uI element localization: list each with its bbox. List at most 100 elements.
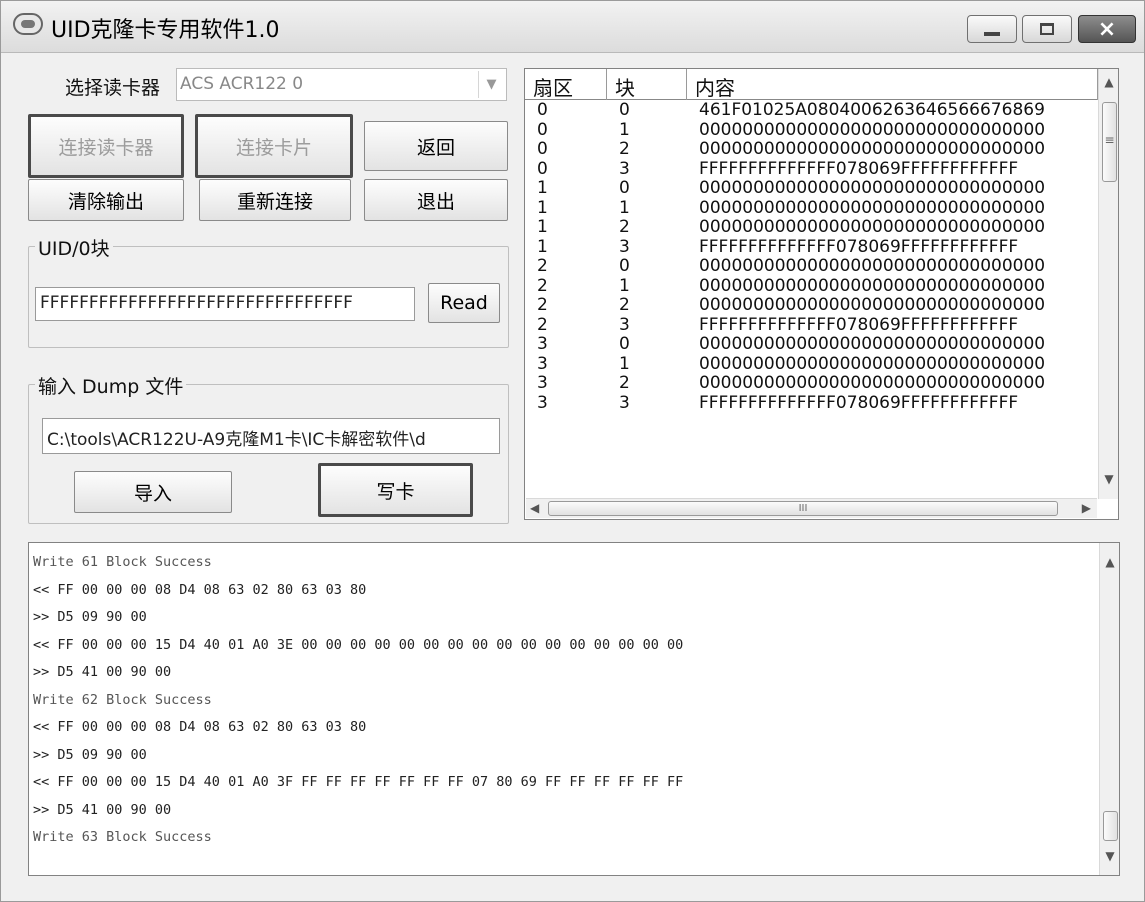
content-cell: 00000000000000000000000000000000 — [699, 335, 1046, 354]
column-header-content[interactable]: 内容 — [687, 69, 1098, 100]
maximize-button[interactable] — [1022, 15, 1072, 43]
clear-output-button[interactable]: 清除输出 — [28, 179, 184, 221]
table-row[interactable]: 2 2 00000000000000000000000000000000 — [525, 296, 1098, 316]
table-body: 0 0 461F01025A0804006263646566676869 0 1 0000… — [525, 101, 1098, 413]
table-row[interactable]: 1 0 00000000000000000000000000000000 — [525, 179, 1098, 199]
table-row[interactable]: 0 1 00000000000000000000000000000000 — [525, 121, 1098, 141]
table-row[interactable]: 1 2 00000000000000000000000000000000 — [525, 218, 1098, 238]
dump-group: 输入 Dump 文件 C:\tools\ACR122U-A9克隆M1卡\IC卡解… — [28, 372, 509, 524]
log-line: >> D5 09 90 00 — [33, 746, 147, 763]
dump-path-field[interactable]: C:\tools\ACR122U-A9克隆M1卡\IC卡解密软件\d — [42, 418, 500, 454]
table-row[interactable]: 1 1 00000000000000000000000000000000 — [525, 199, 1098, 219]
scroll-left-icon[interactable]: ◀ — [530, 501, 539, 515]
table-vertical-scrollbar[interactable]: ▲ ≡ ▼ — [1098, 69, 1118, 499]
table-row[interactable]: 0 0 461F01025A0804006263646566676869 — [525, 101, 1098, 121]
table-row[interactable]: 2 1 00000000000000000000000000000000 — [525, 277, 1098, 297]
block-cell: 2 — [619, 218, 630, 237]
exit-button[interactable]: 退出 — [364, 179, 508, 221]
table-row[interactable]: 3 3 FFFFFFFFFFFFFF078069FFFFFFFFFFFF — [525, 394, 1098, 414]
content-cell: 00000000000000000000000000000000 — [699, 198, 1046, 218]
sector-cell: 0 — [537, 159, 548, 179]
log-line: Write 61 Block Success — [33, 554, 212, 570]
output-log[interactable]: Write 61 Block Success << FF 00 00 00 08 … — [28, 542, 1120, 876]
reconnect-button[interactable]: 重新连接 — [199, 179, 351, 221]
sector-cell: 3 — [537, 393, 548, 413]
sector-cell: 0 — [537, 140, 548, 159]
log-line: >> D5 09 90 00 — [33, 609, 147, 625]
chevron-down-icon[interactable]: ▼ — [478, 71, 504, 98]
content-cell: 00000000000000000000000000000000 — [699, 179, 1046, 198]
close-button[interactable]: × — [1078, 15, 1136, 43]
log-vertical-scrollbar[interactable]: ▲ ▼ — [1099, 543, 1119, 875]
table-horizontal-scrollbar[interactable]: ◀ III ▶ — [526, 498, 1097, 518]
block-cell: 3 — [619, 237, 630, 257]
log-line: << FF 00 00 00 08 D4 08 63 02 80 63 03 8… — [33, 719, 367, 735]
table-row[interactable]: 2 0 00000000000000000000000000000000 — [525, 257, 1098, 277]
block-cell: 3 — [619, 393, 630, 413]
title-bar[interactable]: UID克隆卡专用软件1.0 × — [1, 1, 1144, 53]
window-title: UID克隆卡专用软件1.0 — [51, 18, 280, 43]
app-icon — [13, 13, 43, 35]
log-lines: Write 61 Block Success << FF 00 00 00 08 … — [33, 549, 683, 852]
block-cell: 1 — [619, 354, 630, 374]
connect-card-button[interactable]: 连接卡片 — [195, 114, 353, 178]
table-hscroll-thumb[interactable]: III — [548, 501, 1058, 516]
table-row[interactable]: 0 3 FFFFFFFFFFFFFF078069FFFFFFFFFFFF — [525, 160, 1098, 180]
content-cell: FFFFFFFFFFFFFF078069FFFFFFFFFFFF — [699, 315, 1019, 335]
table-row[interactable]: 3 1 00000000000000000000000000000000 — [525, 355, 1098, 375]
content-cell: FFFFFFFFFFFFFF078069FFFFFFFFFFFF — [699, 159, 1019, 179]
back-button[interactable]: 返回 — [364, 121, 508, 171]
table-row[interactable]: 1 3 FFFFFFFFFFFFFF078069FFFFFFFFFFFF — [525, 238, 1098, 258]
sector-cell: 2 — [537, 257, 548, 276]
block-cell: 0 — [619, 101, 630, 120]
block-cell: 3 — [619, 159, 630, 179]
log-scroll-down-icon[interactable]: ▼ — [1100, 849, 1119, 863]
content-cell: 461F01025A0804006263646566676869 — [699, 101, 1045, 120]
column-header-sector[interactable]: 扇区 — [525, 69, 607, 100]
scroll-right-icon[interactable]: ▶ — [1082, 501, 1091, 515]
content-cell: FFFFFFFFFFFFFF078069FFFFFFFFFFFF — [699, 237, 1019, 257]
column-header-block[interactable]: 块 — [607, 69, 687, 100]
sector-table[interactable]: 扇区 块 内容 0 0 461F01025A08040062636465666768… — [524, 68, 1119, 520]
table-row[interactable]: 3 2 00000000000000000000000000000000 — [525, 374, 1098, 394]
content-cell: 00000000000000000000000000000000 — [699, 354, 1046, 374]
sector-cell: 3 — [537, 374, 548, 393]
block-cell: 2 — [619, 374, 630, 393]
main-window: UID克隆卡专用软件1.0 × 选择读卡器 ACS ACR122 0 ▼ 连接读… — [0, 0, 1145, 902]
uid-group: UID/0块 FFFFFFFFFFFFFFFFFFFFFFFFFFFFFFFF … — [28, 234, 509, 348]
reader-select[interactable]: ACS ACR122 0 ▼ — [176, 68, 507, 101]
block-cell: 3 — [619, 315, 630, 335]
sector-cell: 1 — [537, 179, 548, 198]
sector-cell: 2 — [537, 276, 548, 296]
import-button[interactable]: 导入 — [74, 471, 232, 513]
grip-icon: ≡ — [1104, 133, 1115, 147]
hgrip-icon: III — [798, 503, 808, 514]
log-line: << FF 00 00 00 15 D4 40 01 A0 3E 00 00 0… — [33, 636, 684, 653]
table-row[interactable]: 0 2 00000000000000000000000000000000 — [525, 140, 1098, 160]
reader-label: 选择读卡器 — [65, 77, 161, 99]
log-scroll-thumb[interactable] — [1103, 811, 1118, 841]
write-card-button[interactable]: 写卡 — [318, 463, 473, 517]
log-scroll-up-icon[interactable]: ▲ — [1100, 555, 1119, 569]
scroll-down-icon[interactable]: ▼ — [1099, 472, 1118, 486]
minimize-button[interactable] — [967, 15, 1017, 43]
close-icon: × — [1097, 16, 1117, 42]
connect-reader-button[interactable]: 连接读卡器 — [28, 114, 184, 178]
uid-field[interactable]: FFFFFFFFFFFFFFFFFFFFFFFFFFFFFFFF — [35, 287, 415, 321]
log-line: >> D5 41 00 90 00 — [33, 801, 172, 818]
block-cell: 2 — [619, 140, 630, 159]
scroll-up-icon[interactable]: ▲ — [1099, 75, 1118, 89]
reader-select-value: ACS ACR122 0 — [180, 74, 304, 94]
table-scroll-thumb[interactable]: ≡ — [1102, 102, 1117, 182]
sector-cell: 2 — [537, 315, 548, 335]
table-row[interactable]: 3 0 00000000000000000000000000000000 — [525, 335, 1098, 355]
log-line: >> D5 41 00 90 00 — [33, 664, 172, 680]
content-cell: 00000000000000000000000000000000 — [699, 296, 1046, 315]
read-button[interactable]: Read — [428, 283, 500, 323]
sector-cell: 3 — [537, 354, 548, 374]
sector-cell: 0 — [537, 101, 548, 120]
log-line: << FF 00 00 00 08 D4 08 63 02 80 63 03 8… — [33, 581, 367, 598]
block-cell: 0 — [619, 179, 630, 198]
content-cell: 00000000000000000000000000000000 — [699, 276, 1046, 296]
table-row[interactable]: 2 3 FFFFFFFFFFFFFF078069FFFFFFFFFFFF — [525, 316, 1098, 336]
